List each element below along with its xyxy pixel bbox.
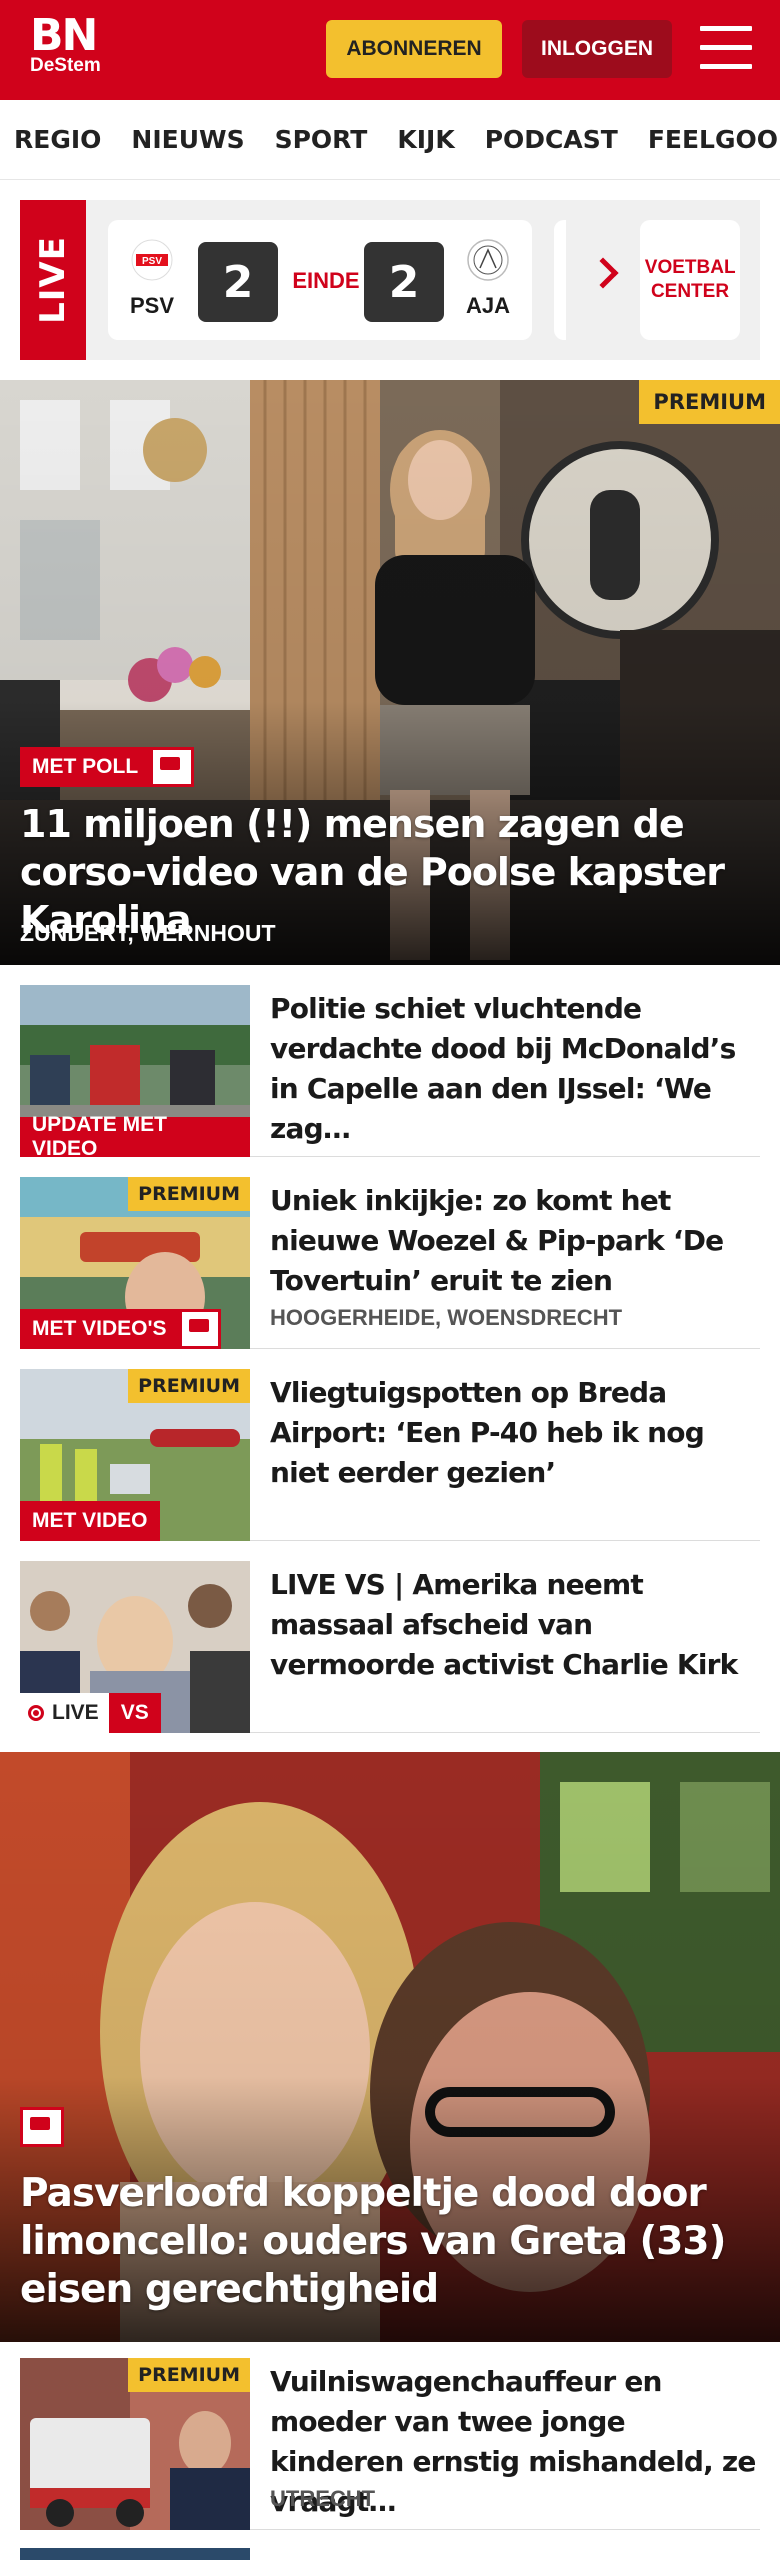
article-title[interactable]: LIVE VS | Amerika neemt massaal afscheid… bbox=[270, 1565, 760, 1685]
premium-badge: PREMIUM bbox=[128, 2358, 250, 2392]
poll-badge-label: MET POLL bbox=[32, 755, 139, 778]
article-title[interactable]: Uniek inkijkje: zo komt het nieuwe Woeze… bbox=[270, 1181, 760, 1301]
chevron-right-icon[interactable] bbox=[587, 257, 619, 289]
video-badge-label: MET VIDEO'S bbox=[32, 1317, 167, 1340]
away-score: 2 bbox=[364, 242, 444, 322]
list-item[interactable]: PREMIUM MET VIDEO'S Uniek inkijkje: zo k… bbox=[20, 1177, 760, 1349]
article-title[interactable]: Politie schiet vluchtende verdachte dood… bbox=[270, 989, 760, 1149]
nav-item-regio[interactable]: REGIO bbox=[14, 125, 101, 154]
away-team: AJA bbox=[458, 238, 518, 319]
live-label: LIVE bbox=[20, 200, 86, 360]
video-badge: MET VIDEO bbox=[20, 1501, 160, 1541]
vs-badge: VS bbox=[108, 1693, 161, 1733]
site-header: BN DeStem ABONNEREN INLOGGEN bbox=[0, 0, 780, 100]
nav-item-feelgood[interactable]: FEELGOOD bbox=[648, 125, 780, 154]
comment-icon bbox=[20, 2107, 64, 2147]
poll-badge: MET POLL bbox=[20, 747, 195, 787]
away-team-name: AJA bbox=[465, 293, 510, 318]
psv-crest-icon: PSV bbox=[131, 239, 173, 281]
section-nav: REGIO NIEUWS SPORT KIJK PODCAST FEELGOOD… bbox=[0, 100, 780, 180]
article-location: HOOGERHEIDE, WOENSDRECHT bbox=[270, 1305, 623, 1330]
list-item[interactable]: PREMIUM MET VIDEO Vliegtuigspotten op Br… bbox=[20, 1369, 760, 1541]
nav-item-nieuws[interactable]: NIEUWS bbox=[131, 125, 244, 154]
premium-badge: PREMIUM bbox=[639, 380, 780, 424]
hero-location: ZUNDERT, WERNHOUT bbox=[20, 920, 276, 946]
logo-text: BN bbox=[30, 10, 98, 61]
article-title[interactable]: Vliegtuigspotten op Breda Airport: ‘Een … bbox=[270, 1373, 760, 1493]
article-location: UTRECHT bbox=[270, 2486, 376, 2511]
home-team: PSV PSV bbox=[122, 238, 182, 319]
article-thumbnail: PREMIUM bbox=[20, 2358, 250, 2530]
nav-item-kijk[interactable]: KIJK bbox=[397, 125, 454, 154]
live-badge: LIVE VS bbox=[20, 1693, 161, 1733]
match-status: EINDE bbox=[292, 268, 360, 293]
comment-icon bbox=[178, 1309, 221, 1349]
live-dot-icon bbox=[28, 1705, 44, 1721]
live-badge-label: LIVE bbox=[20, 1693, 109, 1733]
article-thumbnail: PREMIUM MET VIDEO'S bbox=[20, 1177, 250, 1349]
hero-article[interactable]: PREMIUM MET POLL 11 miljoen (!!) mensen … bbox=[0, 380, 780, 965]
hero-article-2[interactable]: Pasverloofd koppeltje dood door limoncel… bbox=[0, 1752, 780, 2342]
live-score-bar: LIVE PSV PSV 2 EINDE 2 AJA VOETBAL CENTE… bbox=[20, 200, 760, 360]
bn-destem-logo[interactable]: BN DeStem bbox=[30, 14, 101, 76]
article-thumbnail: PREMIUM MET VIDEO bbox=[20, 1369, 250, 1541]
login-button[interactable]: INLOGGEN bbox=[522, 20, 672, 78]
hero2-title[interactable]: Pasverloofd koppeltje dood door limoncel… bbox=[20, 2170, 760, 2314]
article-thumbnail: LIVE VS bbox=[20, 1561, 250, 1733]
list-item[interactable]: PREMIUM Vuilniswagenchauffeur en moeder … bbox=[20, 2358, 760, 2530]
update-video-badge: UPDATE MET VIDEO bbox=[20, 1113, 250, 1157]
article-thumbnail: UPDATE MET VIDEO bbox=[20, 985, 250, 1157]
video-badge: MET VIDEO'S bbox=[20, 1309, 221, 1349]
premium-badge: PREMIUM bbox=[128, 1177, 250, 1211]
voetbal-center-link[interactable]: VOETBAL CENTER bbox=[640, 220, 740, 340]
list-item[interactable]: UPDATE MET VIDEO Politie schiet vluchten… bbox=[20, 985, 760, 1157]
svg-text:PSV: PSV bbox=[142, 256, 162, 267]
logo-subtext: DeStem bbox=[30, 55, 101, 76]
home-score: 2 bbox=[198, 242, 278, 322]
subscribe-button[interactable]: ABONNEREN bbox=[326, 20, 502, 78]
premium-badge: PREMIUM bbox=[128, 1369, 250, 1403]
next-list-item-peek[interactable] bbox=[20, 2548, 250, 2560]
comment-icon bbox=[150, 747, 195, 787]
match-card[interactable]: PSV PSV 2 EINDE 2 AJA bbox=[108, 220, 532, 340]
next-match-card[interactable] bbox=[554, 220, 566, 340]
menu-icon[interactable] bbox=[700, 26, 752, 72]
nav-item-sport[interactable]: SPORT bbox=[275, 125, 368, 154]
home-team-name: PSV bbox=[129, 293, 175, 318]
nav-item-podcast[interactable]: PODCAST bbox=[485, 125, 618, 154]
ajax-crest-icon bbox=[467, 239, 509, 281]
list-item[interactable]: LIVE VS LIVE VS | Amerika neemt massaal … bbox=[20, 1561, 760, 1733]
